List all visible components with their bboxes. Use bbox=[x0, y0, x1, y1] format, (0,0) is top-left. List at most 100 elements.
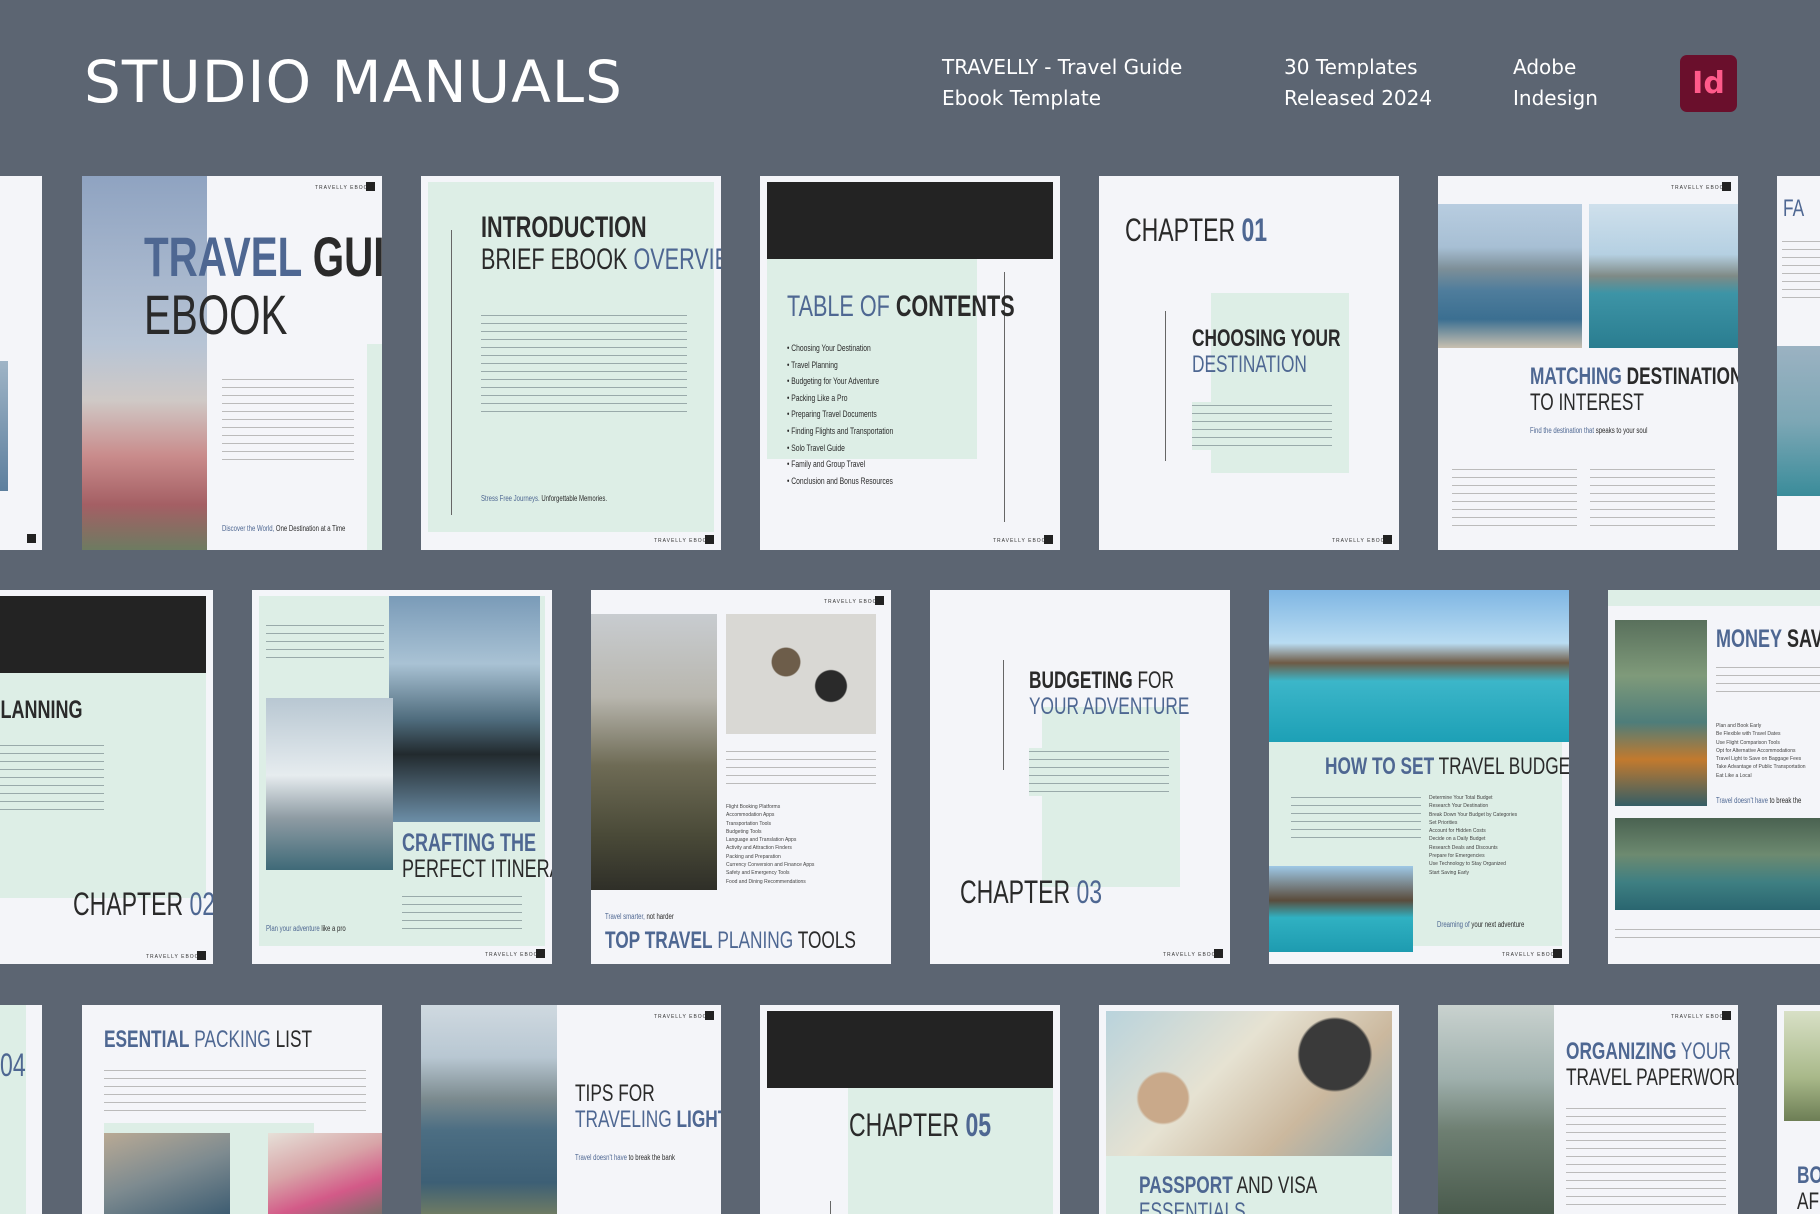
list-item: Start Saving Early bbox=[1429, 869, 1470, 876]
body-text bbox=[1716, 664, 1820, 698]
page-partial-right-1: FA bbox=[1777, 176, 1820, 550]
brand-tag: TRAVELLY EBOOK bbox=[654, 1014, 712, 1020]
brand-tag: TRAVELLY EBOOK bbox=[654, 538, 712, 544]
brand-tag: TRAVELLY EBOOK bbox=[146, 954, 204, 960]
body-text bbox=[104, 1067, 366, 1117]
tools-tagline: Travel smarter, not harder bbox=[605, 912, 674, 921]
chapter-number: 04 bbox=[0, 1047, 26, 1083]
brand-title: STUDIO MANUALS bbox=[84, 48, 623, 116]
app-line-1: Adobe bbox=[1513, 55, 1577, 79]
toc-list: • Choosing Your Destination • Travel Pla… bbox=[787, 340, 893, 489]
product-line-1: TRAVELLY - Travel Guide bbox=[942, 55, 1183, 79]
body-text-right bbox=[1590, 466, 1715, 526]
tools-title: TOP TRAVEL PLANING TOOLS bbox=[605, 927, 856, 954]
list-item: Language and Translation Apps bbox=[726, 837, 797, 844]
body-text bbox=[266, 622, 384, 664]
corner-square bbox=[27, 534, 36, 543]
list-item: Activity and Attraction Finders bbox=[726, 845, 792, 852]
chapter-label: CHAPTER 01 bbox=[1125, 212, 1268, 248]
corner-square bbox=[705, 535, 714, 544]
list-item: Food and Dining Recommendations bbox=[726, 878, 806, 885]
page-introduction: INTRODUCTION BRIEF EBOOK OVERVIEW Stress… bbox=[421, 176, 721, 550]
budget-steps-list: Determine Your Total Budget Research You… bbox=[1429, 794, 1517, 877]
money-title: MONEY SAVIN bbox=[1716, 625, 1820, 653]
list-item: Flight Booking Platforms bbox=[726, 804, 781, 810]
map-passport-photo bbox=[1106, 1011, 1392, 1156]
snowy-mountain-photo bbox=[266, 698, 393, 870]
tools-list: Flight Booking Platforms Accommodation A… bbox=[726, 803, 814, 886]
corner-square bbox=[366, 182, 375, 191]
product-line-2: Ebook Template bbox=[942, 86, 1102, 110]
page-partial-right-3: BOO AFF bbox=[1777, 1005, 1820, 1214]
body-text bbox=[1566, 1105, 1726, 1205]
chapter-title-line1: CHOOSING YOUR bbox=[1192, 325, 1341, 352]
matching-title-line1: MATCHING DESTINATIONS bbox=[1530, 363, 1738, 390]
toc-item[interactable]: • Solo Travel Guide bbox=[787, 440, 893, 457]
list-item: Transportation Tools bbox=[726, 820, 772, 827]
toc-item[interactable]: • Choosing Your Destination bbox=[787, 340, 893, 357]
page-travel-tools: TRAVELLY EBOOK Flight Booking Platforms … bbox=[591, 590, 891, 964]
dark-banner bbox=[767, 182, 1053, 259]
planning-title: PLANNING bbox=[0, 696, 83, 724]
crafting-footer: Plan your adventure like a pro bbox=[266, 924, 346, 933]
software-name: Adobe Indesign bbox=[1513, 52, 1598, 114]
page-travel-planning: PLANNING CHAPTER 02 TRAVELLY EBOOK bbox=[0, 590, 213, 964]
divider bbox=[1165, 311, 1166, 461]
brand-tag: TRAVELLY EBOOK bbox=[485, 952, 543, 958]
page-set-travel-budget: HOW TO SET TRAVEL BUDGET Determine Your … bbox=[1269, 590, 1569, 964]
corner-square bbox=[1383, 535, 1392, 544]
toc-item[interactable]: • Preparing Travel Documents bbox=[787, 406, 893, 423]
divider bbox=[830, 1201, 831, 1214]
paperwork-title-line2: TRAVEL PAPERWORK bbox=[1566, 1064, 1738, 1091]
mint-strip bbox=[1608, 590, 1820, 606]
list-item: Plan and Book Early bbox=[1716, 723, 1762, 729]
list-item: Be Flexible with Travel Dates bbox=[1716, 731, 1781, 738]
body-text bbox=[222, 376, 354, 466]
intro-title-line1: INTRODUCTION bbox=[481, 211, 647, 244]
brand-tag: TRAVELLY EBOOK bbox=[1332, 538, 1390, 544]
crafting-title-line1: CRAFTING THE bbox=[402, 829, 536, 857]
page-chapter-04: 04 bbox=[0, 1005, 42, 1214]
page-chapter-01: CHAPTER 01 CHOOSING YOUR DESTINATION TRA… bbox=[1099, 176, 1399, 550]
cliff-hiker-photo bbox=[1438, 1005, 1554, 1214]
template-count: 30 Templates Released 2024 bbox=[1284, 52, 1432, 114]
toc-title: TABLE OF CONTENTS bbox=[787, 290, 1015, 323]
photo bbox=[0, 361, 8, 491]
mint-panel bbox=[0, 1005, 26, 1214]
count-line-1: 30 Templates bbox=[1284, 55, 1418, 79]
body-text bbox=[726, 748, 876, 788]
toc-item[interactable]: • Travel Planning bbox=[787, 357, 893, 374]
corner-square bbox=[875, 596, 884, 605]
corner-square bbox=[705, 1011, 714, 1020]
body-text bbox=[402, 893, 522, 929]
toc-item[interactable]: • Conclusion and Bonus Resources bbox=[787, 473, 893, 490]
mint-panel bbox=[1042, 707, 1180, 887]
list-item: Prepare for Emergencies bbox=[1429, 853, 1485, 860]
body-text-left bbox=[1452, 466, 1577, 526]
lake-view-photo bbox=[1615, 818, 1820, 910]
list-item: Travel Light to Save on Baggage Fees bbox=[1716, 756, 1802, 763]
cover-footer: Discover the World, One Destination at a… bbox=[222, 524, 346, 533]
body-text bbox=[481, 312, 687, 412]
money-tips-list: Plan and Book Early Be Flexible with Tra… bbox=[1716, 722, 1806, 780]
corner-square bbox=[536, 949, 545, 958]
page-chapter-05: CHAPTER 05 bbox=[760, 1005, 1060, 1214]
body-text bbox=[1192, 402, 1332, 450]
toc-item[interactable]: • Finding Flights and Transportation bbox=[787, 423, 893, 440]
setbudget-title: HOW TO SET TRAVEL BUDGET bbox=[1325, 753, 1569, 780]
overwater-bungalow-photo bbox=[1269, 590, 1569, 742]
intro-footer: Stress Free Journeys. Unforgettable Memo… bbox=[481, 494, 608, 503]
list-item: Research Your Destination bbox=[1429, 803, 1489, 810]
chapter-label: CHAPTER 03 bbox=[960, 874, 1103, 910]
toc-item[interactable]: • Packing Like a Pro bbox=[787, 390, 893, 407]
app-line-2: Indesign bbox=[1513, 86, 1598, 110]
toc-item[interactable]: • Budgeting for Your Adventure bbox=[787, 373, 893, 390]
page-crafting-itinerary: CRAFTING THE PERFECT ITINERARY Plan your… bbox=[252, 590, 552, 964]
passport-title-line2: ESSENTIALS bbox=[1139, 1198, 1246, 1214]
toc-item[interactable]: • Family and Group Travel bbox=[787, 456, 893, 473]
tips-title-line1: TIPS FOR bbox=[575, 1080, 655, 1107]
partial-title-line1: BOO bbox=[1797, 1162, 1820, 1189]
page-packing-list: ESENTIAL PACKING LIST bbox=[82, 1005, 382, 1214]
tips-footer: Travel doesn't have to break the bank bbox=[575, 1153, 676, 1162]
list-item: Currency Conversion and Finance Apps bbox=[726, 862, 815, 869]
